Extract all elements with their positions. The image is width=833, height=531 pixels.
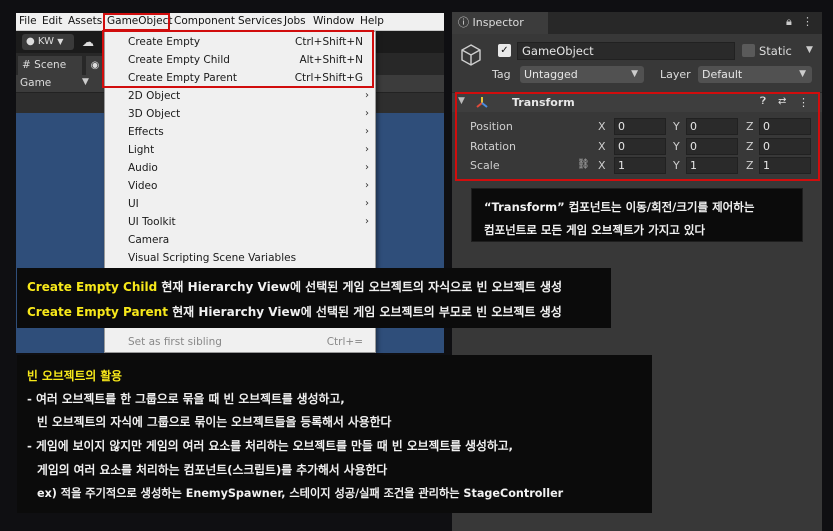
chevron-down-icon: ▼ <box>799 69 806 79</box>
note-line: ex) 적을 주기적으로 생성하는 EnemySpawner, 스테이지 성공/… <box>37 487 564 500</box>
chevron-right-icon: › <box>365 198 369 209</box>
menu-audio[interactable]: Audio › <box>105 160 377 178</box>
menu-item-label: Set as first sibling <box>128 336 222 348</box>
empty-object-usage-note: 빈 오브젝트의 활용 - 여러 오브젝트를 한 그룹으로 묶을 때 빈 오브젝트… <box>17 355 652 513</box>
info-icon: ⓘ <box>458 16 469 29</box>
layer-label: Layer <box>660 68 691 81</box>
menu-item-label: Camera <box>128 234 170 246</box>
chevron-right-icon: › <box>365 108 369 119</box>
menu-ui[interactable]: UI › <box>105 196 377 214</box>
menu-edit[interactable]: Edit <box>42 15 62 27</box>
menu-ui-toolkit[interactable]: UI Toolkit › <box>105 214 377 232</box>
chevron-right-icon: › <box>365 126 369 137</box>
layer-dropdown[interactable]: Default ▼ <box>698 66 812 83</box>
menu-item-label: Light <box>128 144 155 156</box>
active-checkbox[interactable]: ✓ <box>498 44 511 57</box>
note-line: 빈 오브젝트의 자식에 그룹으로 묶이는 오브젝트들을 등록해서 사용한다 <box>37 415 392 429</box>
create-empty-highlight <box>102 30 374 88</box>
menu-help[interactable]: Help <box>360 15 384 27</box>
chevron-down-icon: ▼ <box>82 77 89 87</box>
tag-label: Tag <box>492 68 511 81</box>
account-label: KW <box>37 36 55 47</box>
tab-inspector-label: Inspector <box>472 16 524 29</box>
layer-value: Default <box>702 68 743 81</box>
note-line: 게임의 여러 요소를 처리하는 컴포넌트(스크립트)를 추가해서 사용한다 <box>37 463 388 477</box>
menu-visual-scripting-scene-variables[interactable]: Visual Scripting Scene Variables <box>105 250 377 268</box>
menu-light[interactable]: Light › <box>105 142 377 160</box>
lock-icon[interactable]: 🔒︎ <box>786 15 792 29</box>
menu-component[interactable]: Component <box>174 15 235 27</box>
menu-3d-object[interactable]: 3D Object › <box>105 106 377 124</box>
note-text: 현재 Hierarchy View에 선택된 게임 오브젝트의 자식으로 빈 오… <box>157 280 563 294</box>
menu-bar: File Edit Assets GameObject Component Se… <box>16 13 444 31</box>
cloud-icon[interactable]: ☁ <box>82 35 104 49</box>
menu-item-label: Audio <box>128 162 158 174</box>
note-keyword: Create Empty Parent <box>27 305 168 319</box>
transform-highlight <box>455 92 820 181</box>
menu-item-label: Visual Scripting Scene Variables <box>128 252 297 264</box>
menu-services[interactable]: Services <box>238 15 282 27</box>
scene-icon: # <box>22 59 31 71</box>
menu-item-label: UI Toolkit <box>128 216 176 228</box>
chevron-right-icon: › <box>365 216 369 227</box>
menu-file[interactable]: File <box>19 15 37 27</box>
note-line: - 여러 오브젝트를 한 그룹으로 묶을 때 빈 오브젝트를 생성하고, <box>27 392 345 406</box>
chevron-right-icon: › <box>365 90 369 101</box>
menu-item-label: Video <box>128 180 158 192</box>
tab-scene[interactable]: # Scene <box>18 56 82 75</box>
menu-item-label: 3D Object <box>128 108 181 120</box>
chevron-right-icon: › <box>365 144 369 155</box>
account-button[interactable]: ● KW ▼ <box>22 34 74 50</box>
create-empty-note: Create Empty Child 현재 Hierarchy View에 선택… <box>17 268 611 328</box>
transform-note: “Transform” 컴포넌트는 이동/회전/크기를 제어하는 컴포넌트로 모… <box>471 188 803 242</box>
menu-item-label: UI <box>128 198 139 210</box>
tab-scene-label: Scene <box>34 59 67 71</box>
static-label: Static <box>759 44 792 58</box>
note-title: 빈 오브젝트의 활용 <box>27 369 123 383</box>
note-text: 현재 Hierarchy View에 선택된 게임 오브젝트의 부모로 빈 오브… <box>167 305 562 319</box>
menu-video[interactable]: Video › <box>105 178 377 196</box>
note-keyword: Create Empty Child <box>27 280 158 294</box>
tag-dropdown[interactable]: Untagged ▼ <box>520 66 644 83</box>
chevron-down-icon[interactable]: ▼ <box>806 45 813 55</box>
chevron-right-icon: › <box>365 162 369 173</box>
chevron-right-icon: › <box>365 180 369 191</box>
menu-window[interactable]: Window <box>313 15 354 27</box>
tab-inspector[interactable]: ⓘ Inspector <box>452 12 548 34</box>
menu-camera[interactable]: Camera <box>105 232 377 250</box>
menu-effects[interactable]: Effects › <box>105 124 377 142</box>
note-line: - 게임에 보이지 않지만 게임의 여러 요소를 처리하는 오브젝트를 만들 때… <box>27 439 514 453</box>
chevron-down-icon: ▼ <box>57 37 64 46</box>
game-display-select[interactable]: Game <box>20 77 51 89</box>
cube-icon <box>461 44 481 66</box>
menu-assets[interactable]: Assets <box>68 15 102 27</box>
menu-set-as-first-sibling[interactable]: Set as first sibling Ctrl+= <box>105 334 377 352</box>
note-line: Create Empty Parent 현재 Hierarchy View에 선… <box>27 303 562 320</box>
menu-item-label: 2D Object <box>128 90 181 102</box>
account-icon: ● <box>26 36 35 47</box>
gameobject-menu-highlight <box>103 13 170 31</box>
more-menu-icon[interactable]: ⋮ <box>802 15 813 28</box>
inspector-tab-bar: ⓘ Inspector 🔒︎ ⋮ <box>452 12 822 34</box>
menu-2d-object[interactable]: 2D Object › <box>105 88 377 106</box>
chevron-down-icon: ▼ <box>631 69 638 79</box>
note-line: “Transform” 컴포넌트는 이동/회전/크기를 제어하는 <box>484 200 755 214</box>
note-line: 컴포넌트로 모든 게임 오브젝트가 가지고 있다 <box>484 223 706 237</box>
object-name-field[interactable]: GameObject <box>517 42 735 60</box>
menu-jobs[interactable]: Jobs <box>284 15 306 27</box>
menu-item-shortcut: Ctrl+= <box>326 336 363 348</box>
menu-item-label: Effects <box>128 126 164 138</box>
tag-value: Untagged <box>524 68 578 81</box>
note-line: Create Empty Child 현재 Hierarchy View에 선택… <box>27 278 562 295</box>
static-checkbox[interactable] <box>742 44 755 57</box>
screen: File Edit Assets GameObject Component Se… <box>0 0 833 531</box>
